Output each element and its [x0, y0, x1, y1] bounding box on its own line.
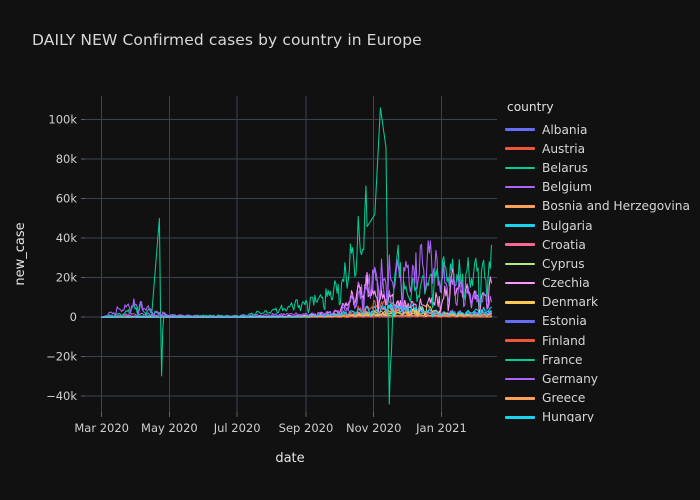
legend-swatch-icon	[505, 320, 535, 323]
legend-item-label: France	[542, 352, 583, 367]
x-tick-label: Nov 2020	[346, 421, 401, 435]
legend-swatch-icon	[505, 377, 535, 381]
legend-item-label: Germany	[542, 372, 599, 387]
legend-item-belgium[interactable]: Belgium	[505, 178, 697, 197]
series-group	[101, 107, 492, 405]
legend-item-label: Cyprus	[542, 256, 585, 271]
legend-item-label: Croatia	[542, 237, 586, 252]
legend-item-finland[interactable]: Finland	[505, 331, 697, 350]
legend-item-label: Belarus	[542, 160, 588, 175]
y-tick-label: −20k	[46, 350, 77, 364]
legend-title: country	[507, 100, 554, 114]
y-tick-label: 80k	[56, 152, 78, 166]
y-tick-label: −40k	[46, 389, 77, 403]
legend-item-croatia[interactable]: Croatia	[505, 235, 697, 254]
legend-item-czechia[interactable]: Czechia	[505, 274, 697, 293]
legend-item-france[interactable]: France	[505, 350, 697, 369]
y-axis-title: new_case	[13, 222, 28, 285]
legend-swatch-icon	[505, 147, 535, 151]
legend-item-label: Austria	[542, 141, 586, 156]
plotly-chart-page: DAILY NEW Confirmed cases by country in …	[0, 0, 700, 500]
legend-swatch-icon	[505, 339, 535, 342]
legend-swatch-icon	[505, 396, 535, 400]
legend-swatch-icon	[505, 205, 535, 208]
legend-item-austria[interactable]: Austria	[505, 139, 697, 158]
legend-swatch-icon	[505, 185, 535, 189]
legend-items-list: Albania Austria Belarus Belgium Bosnia and H…	[505, 120, 697, 422]
legend-item-label: Denmark	[542, 295, 599, 310]
x-tick-label: Sep 2020	[279, 421, 334, 435]
x-tick-label: May 2020	[141, 421, 198, 435]
y-tick-label: 100k	[48, 113, 77, 127]
y-tick-label: 40k	[56, 231, 78, 245]
legend-item-bulgaria[interactable]: Bulgaria	[505, 216, 697, 235]
legend-item-label: Belgium	[542, 180, 592, 195]
legend-swatch-icon	[505, 128, 535, 131]
legend-item-greece[interactable]: Greece	[505, 389, 697, 408]
legend-swatch-icon	[505, 262, 535, 266]
y-tick-label: 60k	[56, 192, 78, 206]
x-axis-title: date	[275, 451, 304, 466]
legend-swatch-icon	[505, 358, 535, 362]
legend-item-label: Hungary	[542, 410, 595, 422]
legend-swatch-icon	[505, 281, 535, 285]
y-tick-label: 20k	[56, 271, 78, 285]
legend-item-cyprus[interactable]: Cyprus	[505, 254, 697, 273]
legend-swatch-icon	[505, 300, 535, 304]
legend-item-label: Finland	[542, 333, 586, 348]
legend-swatch-icon	[505, 416, 535, 419]
legend-item-belarus[interactable]: Belarus	[505, 158, 697, 177]
x-tick-label: Jan 2021	[415, 421, 467, 435]
legend-swatch-icon	[505, 166, 535, 170]
legend-item-label: Bosnia and Herzegovina	[542, 199, 690, 214]
legend-item-label: Bulgaria	[542, 218, 593, 233]
legend-item-denmark[interactable]: Denmark	[505, 293, 697, 312]
legend-item-label: Albania	[542, 122, 588, 137]
x-tick-label: Mar 2020	[74, 421, 129, 435]
legend-item-germany[interactable]: Germany	[505, 369, 697, 388]
legend-swatch-icon	[505, 224, 535, 227]
legend-swatch-icon	[505, 243, 535, 247]
legend-item-bosnia-and-herzegovina[interactable]: Bosnia and Herzegovina	[505, 197, 697, 216]
x-tick-label: Jul 2020	[213, 421, 261, 435]
legend[interactable]: country Albania Austria Belarus Belgium Bosn…	[505, 100, 697, 422]
legend-item-label: Greece	[542, 391, 586, 406]
legend-item-estonia[interactable]: Estonia	[505, 312, 697, 331]
legend-item-label: Estonia	[542, 314, 587, 329]
legend-item-label: Czechia	[542, 276, 590, 291]
legend-item-hungary[interactable]: Hungary	[505, 408, 697, 422]
legend-item-albania[interactable]: Albania	[505, 120, 697, 139]
y-tick-label: 0	[70, 310, 77, 324]
